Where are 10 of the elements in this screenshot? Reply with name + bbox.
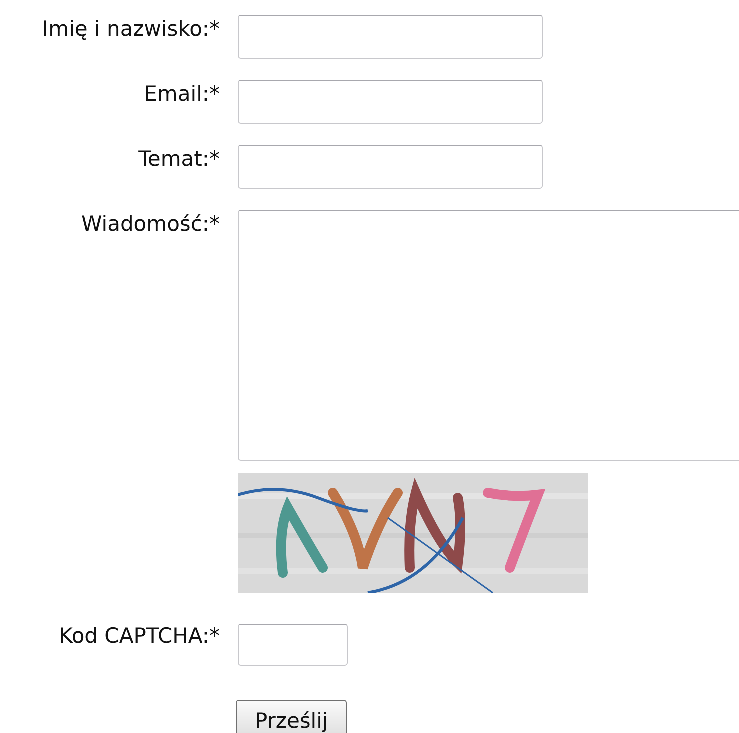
field-label: Email:* bbox=[143, 81, 221, 106]
text-input[interactable] bbox=[238, 145, 543, 189]
text-input[interactable] bbox=[238, 80, 543, 124]
field-label: Wiadomość:* bbox=[80, 211, 221, 236]
field-label: Kod CAPTCHA:* bbox=[58, 624, 221, 648]
field-label: Imię i nazwisko:* bbox=[41, 16, 221, 41]
text-input[interactable] bbox=[238, 15, 543, 59]
captcha-input[interactable] bbox=[238, 624, 348, 666]
field-label: Temat:* bbox=[138, 146, 221, 171]
submit-button[interactable]: Prześlij bbox=[236, 700, 348, 733]
